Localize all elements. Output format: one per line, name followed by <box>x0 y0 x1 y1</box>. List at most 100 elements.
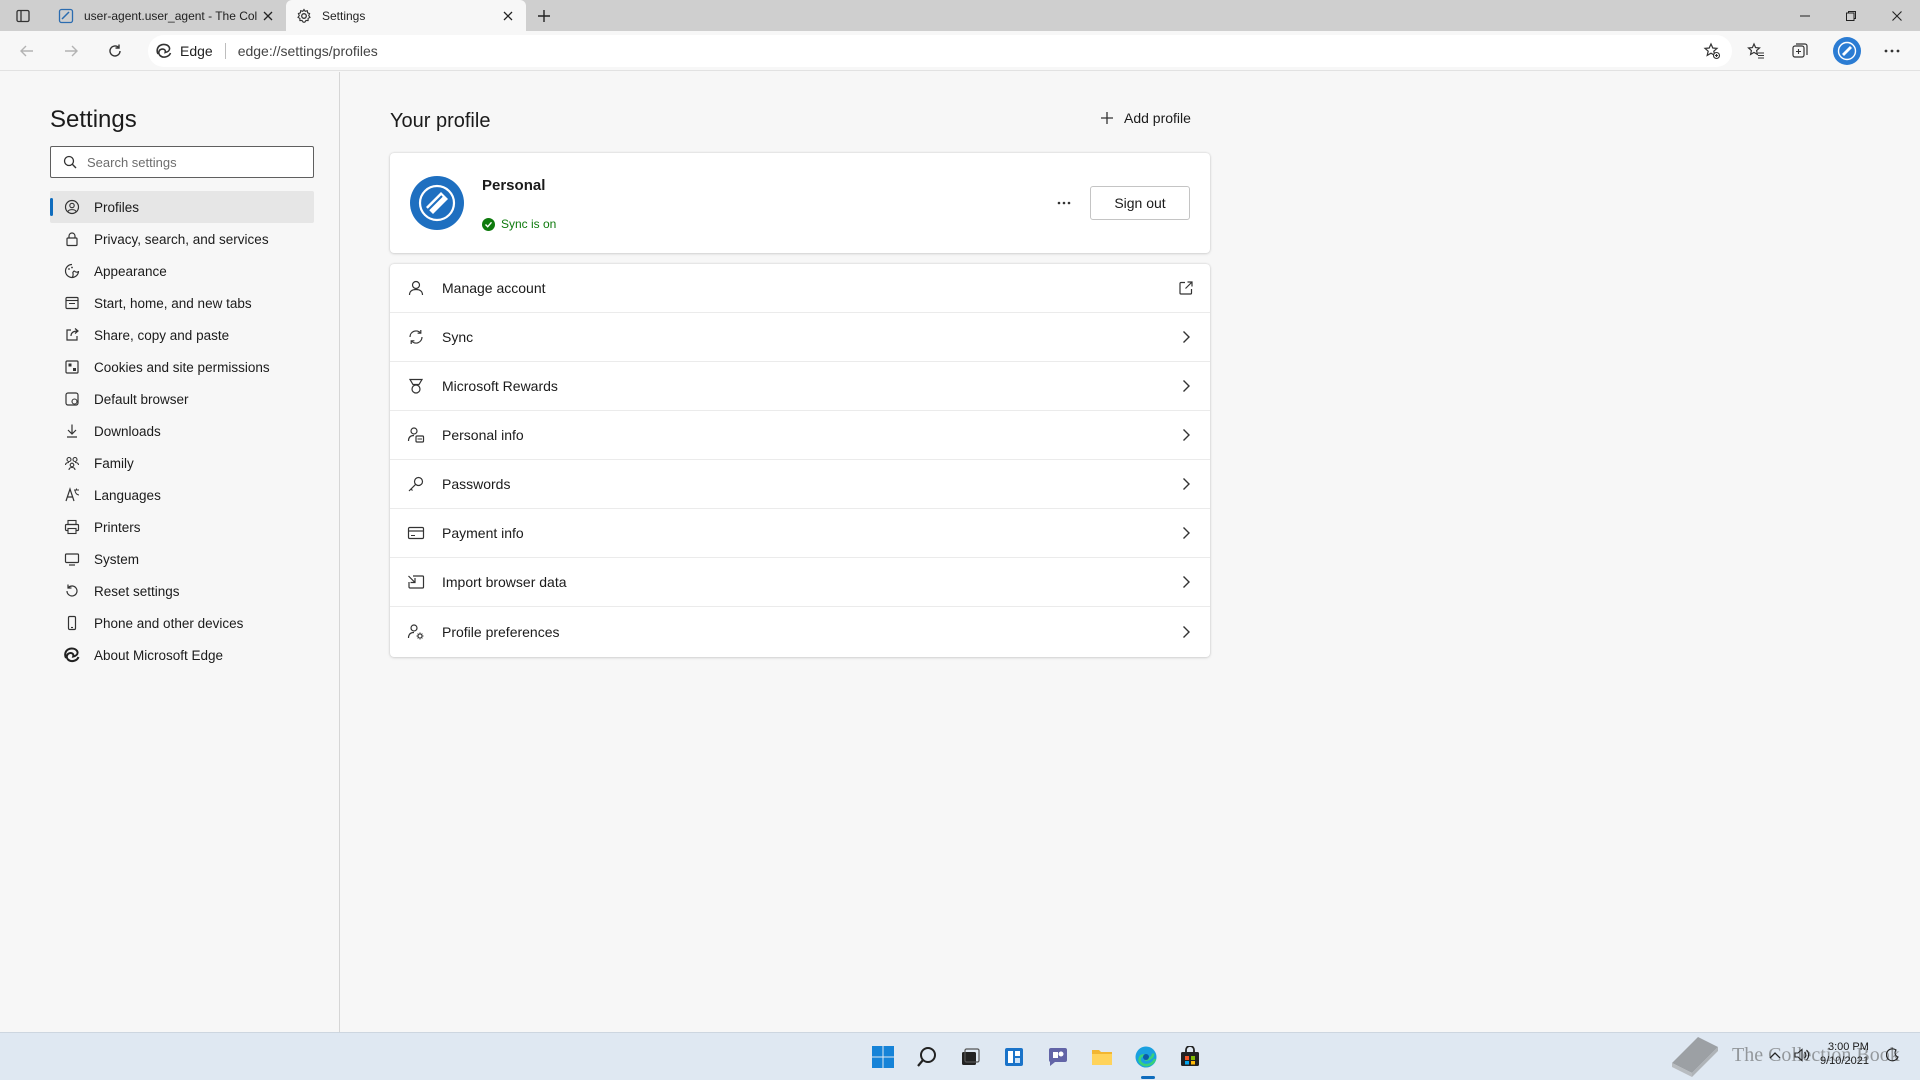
sidebar-item-profiles[interactable]: Profiles <box>50 191 314 223</box>
download-icon <box>64 423 80 439</box>
cookies-icon <box>64 359 80 375</box>
external-link-icon <box>1176 278 1196 298</box>
sidebar-item-family[interactable]: Family <box>50 447 314 479</box>
card-icon <box>406 523 426 543</box>
refresh-button[interactable] <box>100 37 130 65</box>
add-profile-button[interactable]: Add profile <box>1100 110 1191 126</box>
collections-icon[interactable] <box>1785 37 1815 65</box>
sidebar-item-label: Reset settings <box>94 583 180 599</box>
sidebar-item-appearance[interactable]: Appearance <box>50 255 314 287</box>
forward-button[interactable] <box>56 37 86 65</box>
row-label: Payment info <box>442 525 524 541</box>
sidebar-item-share[interactable]: Share, copy and paste <box>50 319 314 351</box>
browser-icon <box>64 391 80 407</box>
row-label: Import browser data <box>442 574 567 590</box>
back-button[interactable] <box>12 37 42 65</box>
row-profile-preferences[interactable]: Profile preferences <box>390 607 1210 656</box>
sidebar-item-default-browser[interactable]: Default browser <box>50 383 314 415</box>
sidebar-item-label: System <box>94 551 140 567</box>
chevron-right-icon <box>1176 474 1196 494</box>
profile-name: Personal <box>482 177 546 194</box>
close-tab-icon[interactable] <box>258 6 278 26</box>
store-icon[interactable] <box>1176 1043 1204 1071</box>
taskbar <box>0 1032 1920 1080</box>
sidebar-item-label: Appearance <box>94 263 167 279</box>
sidebar-item-start-home[interactable]: Start, home, and new tabs <box>50 287 314 319</box>
site-label: Edge <box>180 43 213 59</box>
task-view-icon[interactable] <box>956 1043 984 1071</box>
row-sync[interactable]: Sync <box>390 313 1210 362</box>
row-manage-account[interactable]: Manage account <box>390 264 1210 313</box>
person-icon <box>406 278 426 298</box>
volume-icon[interactable] <box>1793 1046 1811 1064</box>
row-label: Passwords <box>442 476 511 492</box>
sidebar-item-label: Privacy, search, and services <box>94 231 269 247</box>
profile-avatar-icon[interactable] <box>1833 37 1861 65</box>
profile-icon <box>64 199 80 215</box>
sidebar-item-privacy[interactable]: Privacy, search, and services <box>50 223 314 255</box>
close-window-button[interactable] <box>1874 0 1920 31</box>
search-input[interactable] <box>87 154 287 170</box>
sign-out-button[interactable]: Sign out <box>1090 186 1190 220</box>
sync-icon <box>406 327 426 347</box>
lock-icon <box>64 231 80 247</box>
search-settings-box[interactable] <box>50 146 314 178</box>
sync-status-label: Sync is on <box>501 217 557 231</box>
notifications-icon[interactable] <box>1884 1046 1902 1064</box>
sidebar-item-cookies[interactable]: Cookies and site permissions <box>50 351 314 383</box>
file-explorer-icon[interactable] <box>1088 1043 1116 1071</box>
tab-title: user-agent.user_agent - The Coll <box>84 8 258 23</box>
profile-preferences-icon <box>406 622 426 642</box>
system-clock[interactable]: 3:00 PM 9/10/2021 <box>1820 1040 1869 1068</box>
profile-more-options-icon[interactable] <box>1050 191 1078 215</box>
phone-icon <box>64 615 80 631</box>
sidebar-item-label: Share, copy and paste <box>94 327 230 343</box>
show-hidden-icons[interactable] <box>1766 1046 1784 1064</box>
chevron-right-icon <box>1176 425 1196 445</box>
settings-sidebar: Settings Profiles Privacy, search, and s… <box>0 72 340 1032</box>
system-icon <box>64 551 80 567</box>
add-favorite-icon[interactable] <box>1702 41 1722 61</box>
search-icon[interactable] <box>913 1043 941 1071</box>
sidebar-item-downloads[interactable]: Downloads <box>50 415 314 447</box>
tab-user-agent[interactable]: user-agent.user_agent - The Coll <box>48 0 286 31</box>
sidebar-item-printers[interactable]: Printers <box>50 511 314 543</box>
sidebar-item-languages[interactable]: Languages <box>50 479 314 511</box>
plus-icon <box>1100 111 1114 125</box>
tab-title: Settings <box>322 8 366 23</box>
sidebar-item-system[interactable]: System <box>50 543 314 575</box>
chevron-right-icon <box>1176 572 1196 592</box>
tab-settings[interactable]: Settings <box>286 0 526 31</box>
profile-card: Personal Sync is on Sign out <box>390 153 1210 253</box>
site-identity[interactable]: Edge <box>156 43 213 59</box>
sidebar-item-phone[interactable]: Phone and other devices <box>50 607 314 639</box>
printer-icon <box>64 519 80 535</box>
widgets-icon[interactable] <box>1000 1043 1028 1071</box>
edge-taskbar-icon[interactable] <box>1132 1043 1160 1071</box>
sidebar-item-label: Languages <box>94 487 161 503</box>
import-icon <box>406 572 426 592</box>
sidebar-item-about[interactable]: About Microsoft Edge <box>50 639 314 671</box>
row-import-browser-data[interactable]: Import browser data <box>390 558 1210 607</box>
chat-icon[interactable] <box>1044 1043 1072 1071</box>
windows-start-icon[interactable] <box>869 1043 897 1071</box>
address-bar[interactable]: Edge edge://settings/profiles <box>148 35 1732 67</box>
favorites-icon[interactable] <box>1741 37 1771 65</box>
sidebar-item-label: Default browser <box>94 391 189 407</box>
url-text[interactable]: edge://settings/profiles <box>238 43 378 59</box>
close-tab-icon[interactable] <box>498 6 518 26</box>
more-options-icon[interactable] <box>1877 37 1907 65</box>
row-personal-info[interactable]: Personal info <box>390 411 1210 460</box>
appearance-icon <box>64 263 80 279</box>
tab-actions-icon[interactable] <box>10 6 36 26</box>
minimize-button[interactable] <box>1782 0 1828 31</box>
row-payment-info[interactable]: Payment info <box>390 509 1210 558</box>
sidebar-item-reset[interactable]: Reset settings <box>50 575 314 607</box>
row-passwords[interactable]: Passwords <box>390 460 1210 509</box>
new-tab-button[interactable] <box>532 5 556 27</box>
sidebar-item-label: Downloads <box>94 423 161 439</box>
sidebar-item-label: Phone and other devices <box>94 615 244 631</box>
restore-button[interactable] <box>1828 0 1874 31</box>
row-microsoft-rewards[interactable]: Microsoft Rewards <box>390 362 1210 411</box>
sync-status: Sync is on <box>482 217 556 231</box>
